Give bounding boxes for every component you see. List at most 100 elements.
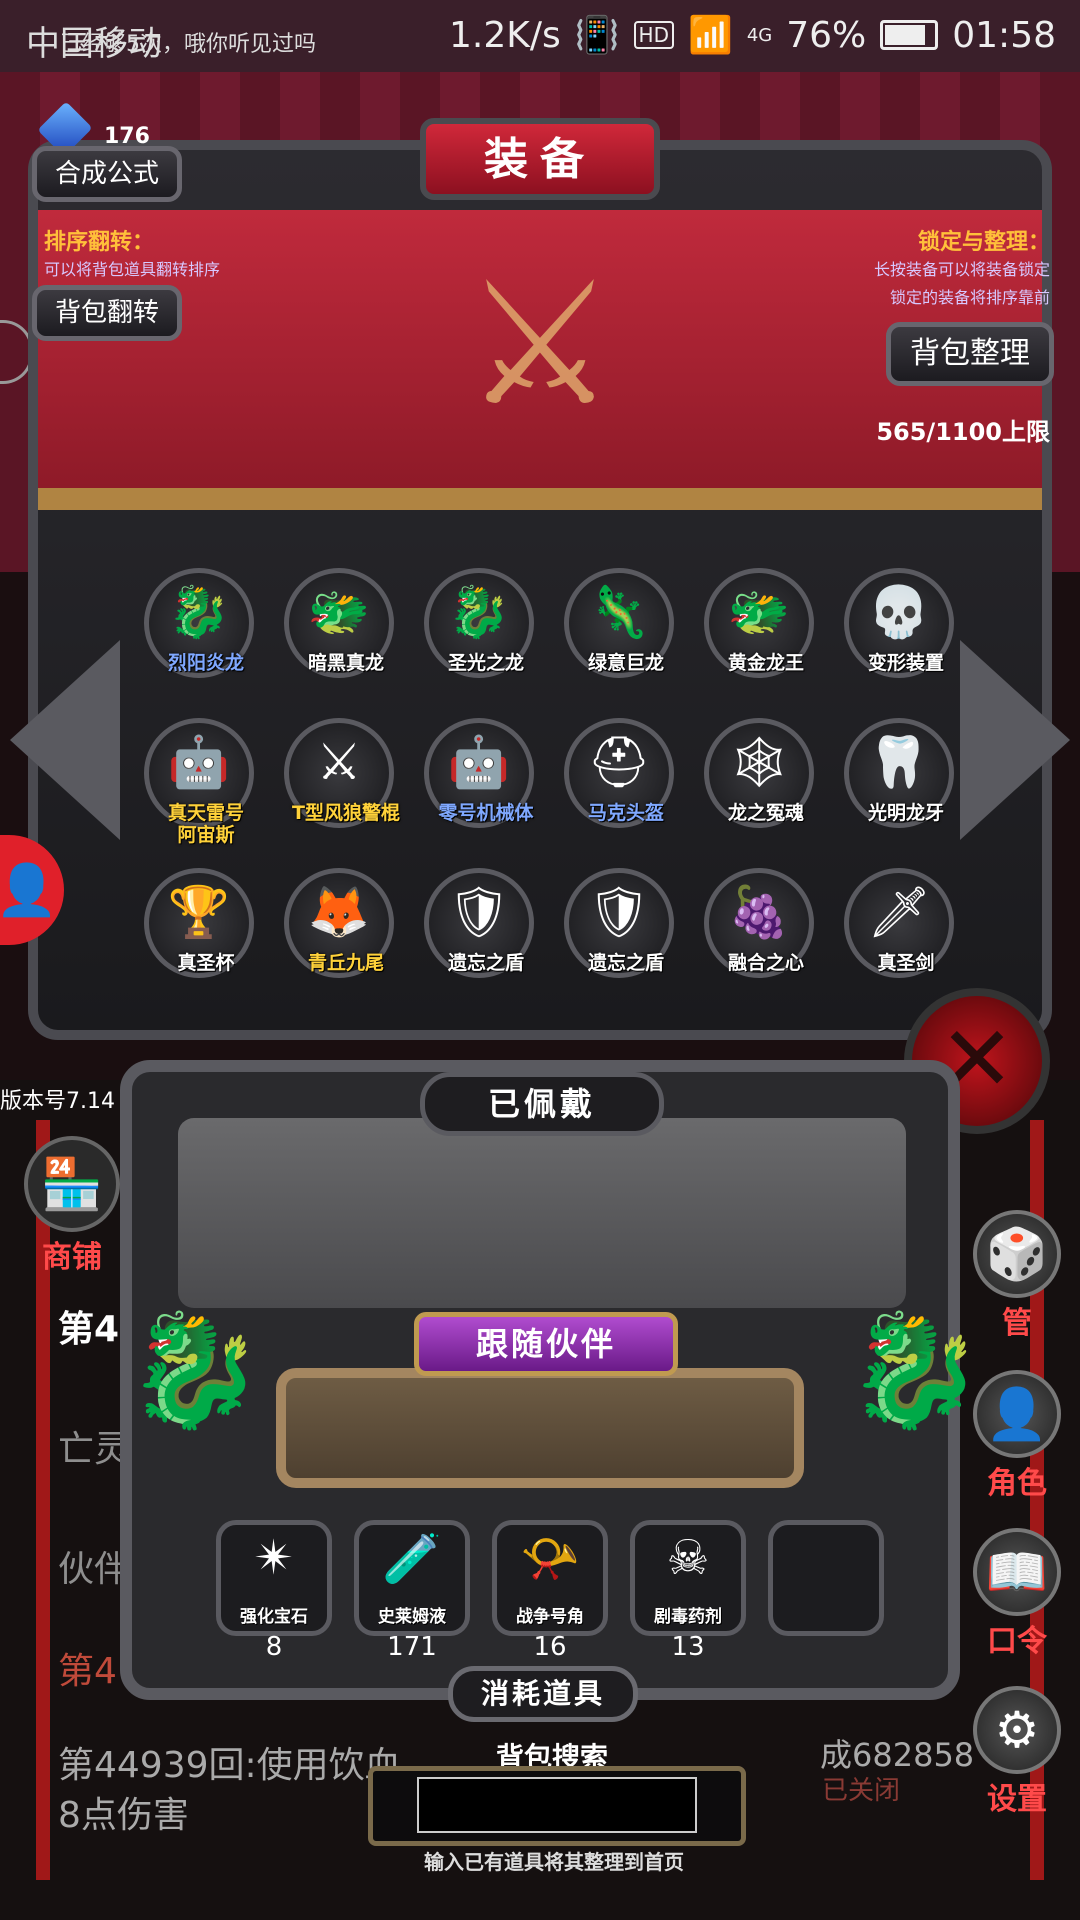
dice-icon: 🎲 xyxy=(973,1210,1061,1298)
mech-angel-icon: 🤖 xyxy=(167,733,231,791)
spirit-icon: 🕸 xyxy=(727,733,791,791)
consumable-name: 强化宝石 xyxy=(240,1607,308,1627)
heart-fusion-icon: 🍇 xyxy=(727,883,791,941)
skull-device-icon: 💀 xyxy=(867,583,931,641)
log-line: 8点伤害 xyxy=(58,1795,189,1836)
item-slot[interactable]: 🛡 遗忘之盾 xyxy=(416,868,556,984)
bag-capacity: 565/1100上限 xyxy=(876,418,1050,446)
item-name: 零号机械体 xyxy=(438,802,534,824)
version-label: 版本号7.14 xyxy=(0,1089,115,1114)
clock: 01:58 xyxy=(952,14,1056,56)
baton-icon: ⚔ xyxy=(316,733,362,791)
consumable-slot[interactable] xyxy=(768,1520,884,1636)
shop-label: 商铺 xyxy=(42,1240,102,1275)
manage-label: 管 xyxy=(1002,1306,1032,1341)
dragon-green-icon: 🦎 xyxy=(587,583,651,641)
dragon-king-icon: 🐲 xyxy=(727,583,791,641)
manage-button[interactable]: 🎲 管 xyxy=(962,1210,1072,1342)
consumable-slot[interactable]: ✴ 强化宝石 8 xyxy=(216,1520,332,1662)
item-name: 遗忘之盾 xyxy=(587,952,664,974)
grail-icon: 🏆 xyxy=(167,883,231,941)
shield-red-icon: 🛡 xyxy=(587,883,651,941)
fang-icon: 🦷 xyxy=(867,733,931,791)
dragon-statue-icon: 🐉 xyxy=(126,1306,263,1434)
consumable-name: 战争号角 xyxy=(516,1607,584,1627)
dragon-ice-icon: 🐲 xyxy=(307,583,371,641)
bag-flip-button[interactable]: 背包翻转 xyxy=(32,285,182,341)
consumable-count: 13 xyxy=(671,1632,705,1662)
log-line: 第4 xyxy=(58,1309,120,1350)
search-hint: 输入已有道具将其整理到首页 xyxy=(424,1850,684,1874)
item-slot[interactable]: 🐉 烈阳炎龙 xyxy=(136,568,276,684)
sword-icon: 🗡 xyxy=(867,883,931,941)
companion-title: 跟随伙伴 xyxy=(414,1312,678,1376)
book-icon: 📖 xyxy=(973,1528,1061,1616)
gear-icon: ⚙ xyxy=(973,1686,1061,1774)
companion-slot[interactable] xyxy=(276,1368,804,1488)
consumable-icon: ☠ xyxy=(666,1530,710,1586)
hooded-figure-icon: 👤 xyxy=(973,1370,1061,1458)
item-slot[interactable]: 🗡 真圣剑 xyxy=(836,868,976,984)
signal-icon: 4G xyxy=(746,24,773,46)
item-slot[interactable]: 🏆 真圣杯 xyxy=(136,868,276,984)
consumable-count: 16 xyxy=(533,1632,567,1662)
item-name: 真圣杯 xyxy=(177,952,235,974)
consumable-name: 剧毒药剂 xyxy=(654,1607,722,1627)
consumable-icon: 🧪 xyxy=(382,1531,442,1587)
consumable-slot[interactable]: 📯 战争号角 16 xyxy=(492,1520,608,1662)
closed-label: 已关闭 xyxy=(822,1776,901,1806)
item-slot[interactable]: ⚔ T型风狼警棍 xyxy=(276,718,416,834)
synthesis-formula-button[interactable]: 合成公式 xyxy=(32,146,182,202)
lock-description: 长按装备可以将装备锁定 xyxy=(873,260,1050,279)
item-slot[interactable]: 💀 变形装置 xyxy=(836,568,976,684)
item-name: 融合之心 xyxy=(727,952,804,974)
item-slot[interactable]: 🐉 圣光之龙 xyxy=(416,568,556,684)
item-slot[interactable]: 🦊 青丘九尾 xyxy=(276,868,416,984)
item-slot[interactable]: 🦷 光明龙牙 xyxy=(836,718,976,834)
item-name: 真天雷号 阿宙斯 xyxy=(167,802,244,846)
vibrate-icon: 📳 xyxy=(574,15,620,56)
consumable-count: 8 xyxy=(265,1632,283,1662)
bag-sort-button[interactable]: 背包整理 xyxy=(886,322,1054,386)
item-slot[interactable]: 🕸 龙之冤魂 xyxy=(696,718,836,834)
consumable-slot[interactable]: ☠ 剧毒药剂 13 xyxy=(630,1520,746,1662)
lock-description: 锁定的装备将排序靠前 xyxy=(889,288,1050,307)
log-line: 第4 xyxy=(58,1651,117,1692)
flip-description: 可以将背包道具翻转排序 xyxy=(44,260,221,279)
item-name: T型风狼警棍 xyxy=(292,802,400,824)
item-slot[interactable]: ⛑ 马克头盔 xyxy=(556,718,696,834)
item-slot[interactable]: 🤖 零号机械体 xyxy=(416,718,556,834)
settings-label: 设置 xyxy=(987,1782,1047,1817)
item-name: 黄金龙王 xyxy=(727,652,804,674)
item-slot[interactable]: 🐲 黄金龙王 xyxy=(696,568,836,684)
item-slot[interactable]: 🍇 融合之心 xyxy=(696,868,836,984)
consumables-row: ✴ 强化宝石 8 🧪 史莱姆液 171 📯 战争号角 16 ☠ 剧毒药剂 13 xyxy=(216,1520,884,1662)
consumable-slot[interactable]: 🧪 史莱姆液 171 xyxy=(354,1520,470,1662)
equipped-slot-area xyxy=(178,1118,906,1308)
item-slot[interactable]: 🛡 遗忘之盾 xyxy=(556,868,696,984)
flip-title: 排序翻转： xyxy=(44,230,155,255)
item-slot[interactable]: 🤖 真天雷号 阿宙斯 xyxy=(136,718,276,846)
shield-red-icon: 🛡 xyxy=(447,883,511,941)
lock-title: 锁定与整理： xyxy=(917,230,1050,255)
consumable-name: 史莱姆液 xyxy=(378,1607,446,1627)
consumable-icon: 📯 xyxy=(520,1531,580,1587)
previous-page-arrow-icon[interactable] xyxy=(10,640,120,840)
dragon-gold-icon: 🐉 xyxy=(447,583,511,641)
code-button[interactable]: 📖 口令 xyxy=(962,1528,1072,1660)
item-grid: 🐉 烈阳炎龙 🐲 暗黑真龙 🐉 圣光之龙 🦎 绿意巨龙 🐲 黄金龙王 💀 变形装置 🤖 真天雷号 阿宙斯 ⚔… xyxy=(136,568,976,984)
role-button[interactable]: 👤 角色 xyxy=(962,1370,1072,1502)
search-input[interactable] xyxy=(417,1777,697,1833)
item-slot[interactable]: 🦎 绿意巨龙 xyxy=(556,568,696,684)
consumable-frame xyxy=(768,1520,884,1636)
settings-button[interactable]: ⚙ 设置 xyxy=(962,1686,1072,1818)
item-name: 龙之冤魂 xyxy=(727,802,804,824)
item-slot[interactable]: 🐲 暗黑真龙 xyxy=(276,568,416,684)
notification-text: 已经够5次，哦你听见过吗 xyxy=(60,32,316,57)
shop-button[interactable]: 🏪 商铺 xyxy=(22,1136,122,1276)
item-name: 圣光之龙 xyxy=(447,652,524,674)
item-name: 变形装置 xyxy=(867,652,944,674)
item-name: 遗忘之盾 xyxy=(447,952,524,974)
crossed-swords-emblem-icon: ⚔ xyxy=(463,246,617,444)
battery-icon xyxy=(880,20,939,50)
